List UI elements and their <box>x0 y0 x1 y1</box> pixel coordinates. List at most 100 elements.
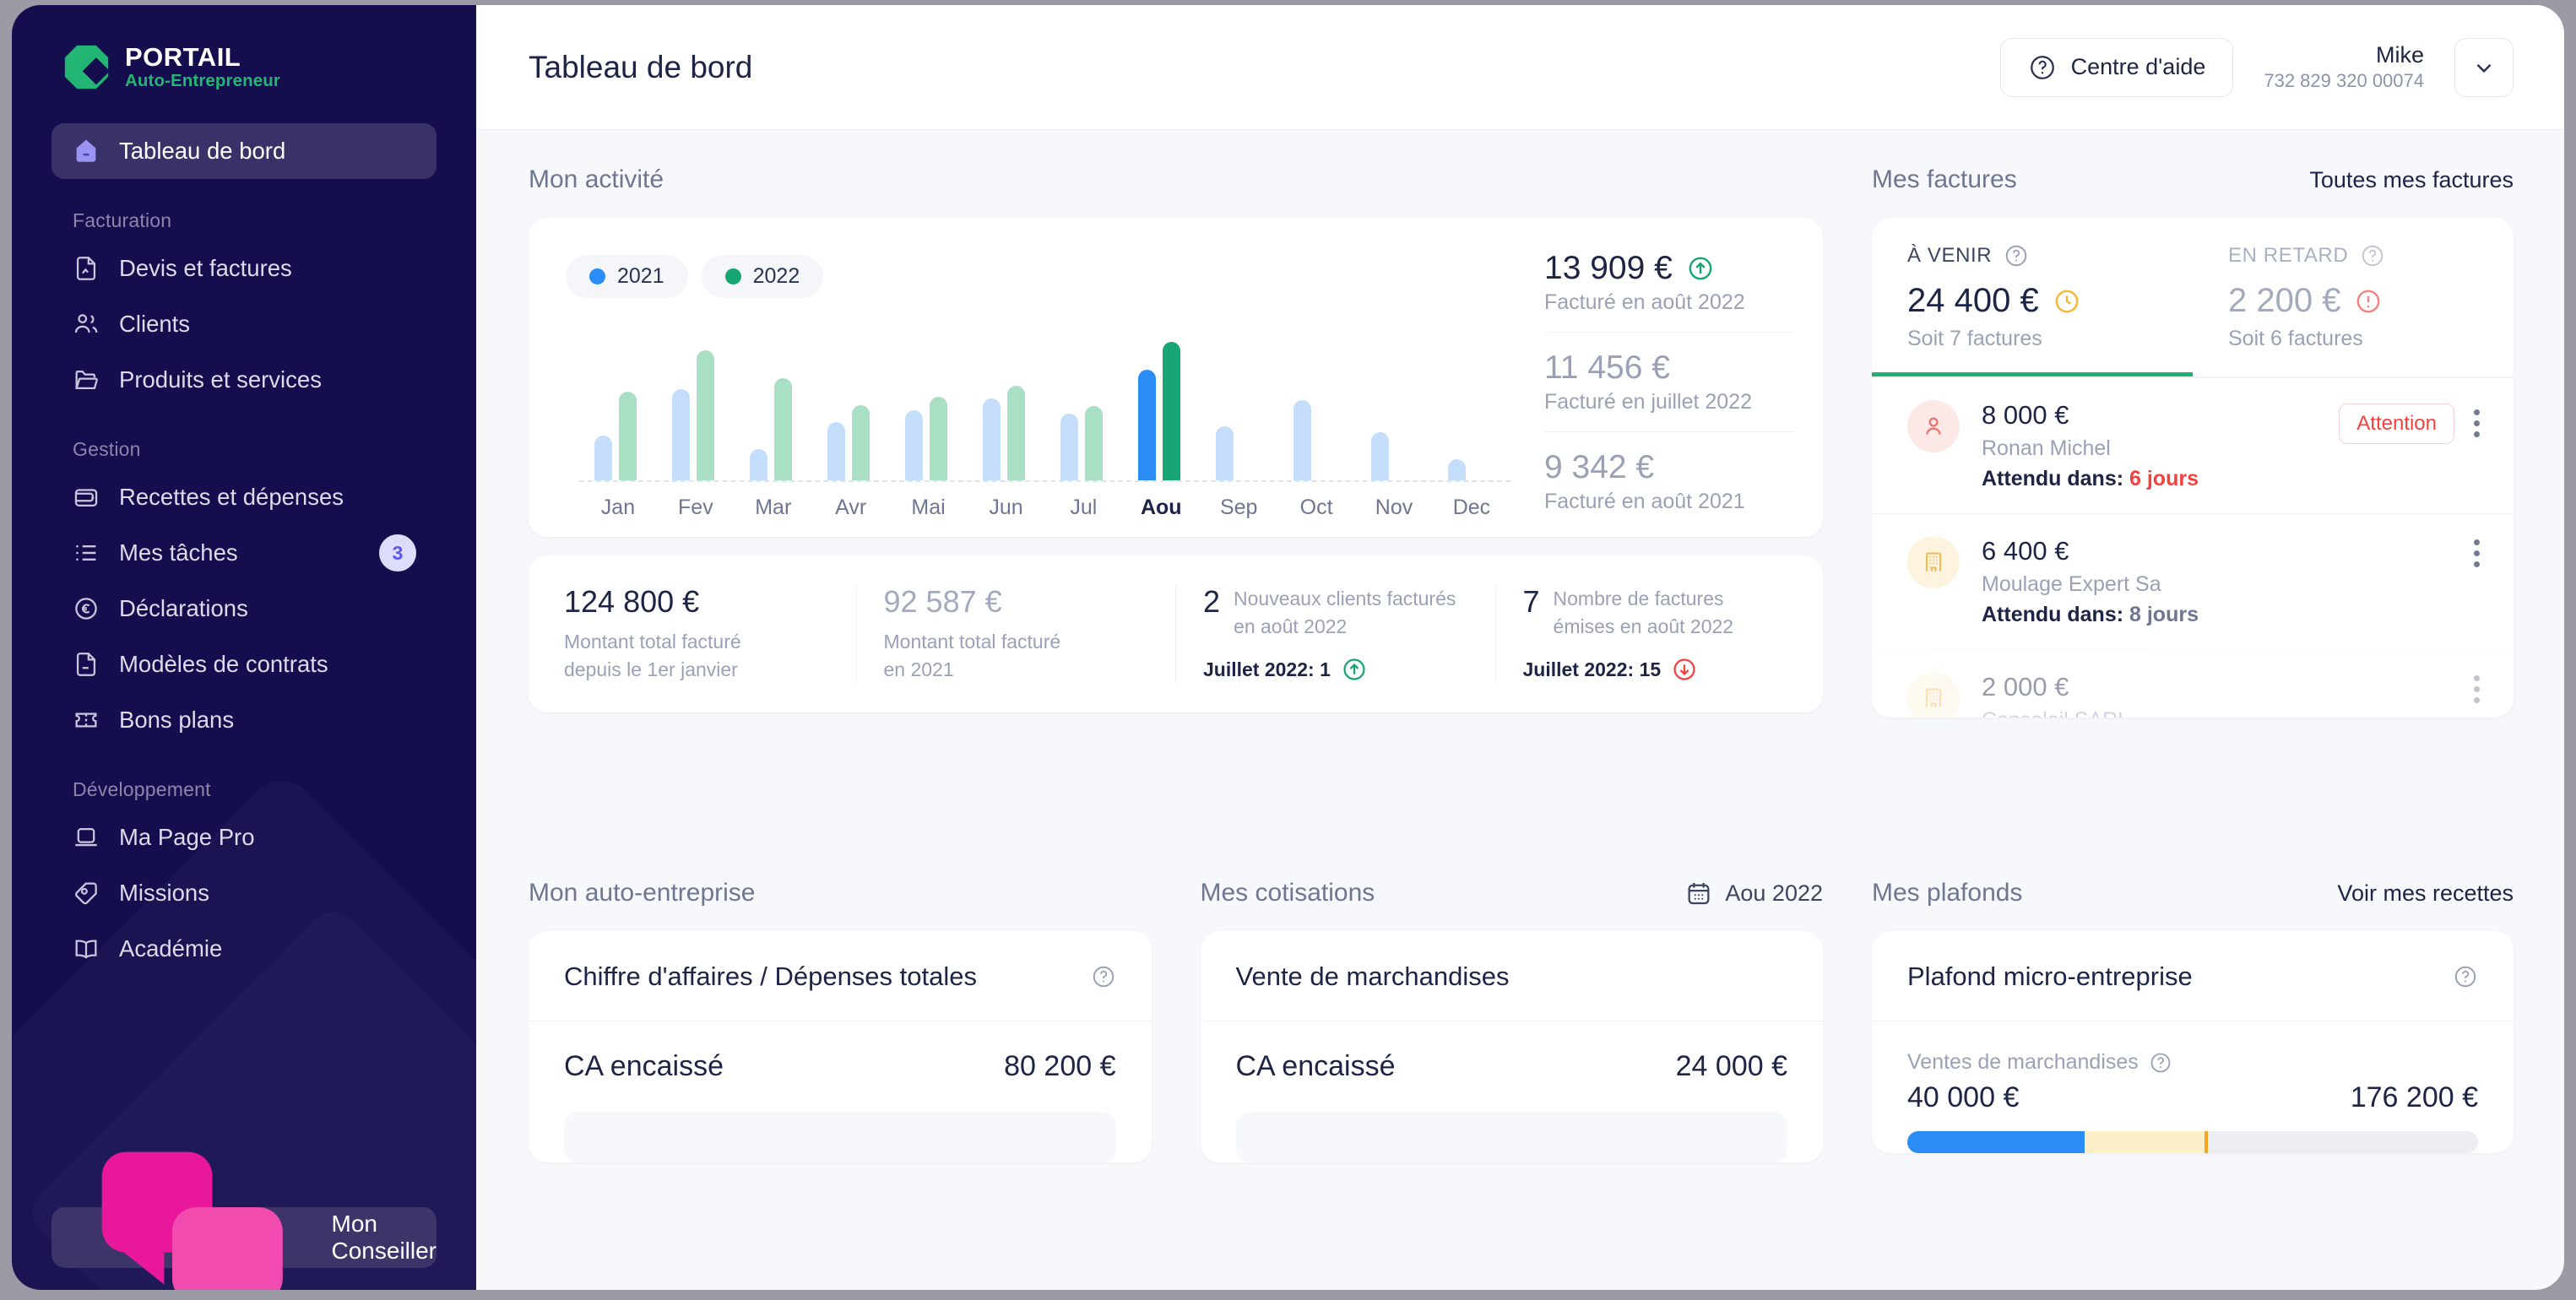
invoice-client: Moulage Expert Sa <box>1982 572 2451 597</box>
sidebar-item-tableau-de-bord[interactable]: Tableau de bord <box>52 123 437 179</box>
invoice-menu-button[interactable] <box>2473 409 2480 437</box>
question-circle-icon[interactable] <box>2453 964 2478 989</box>
bar-group[interactable] <box>905 311 947 480</box>
sidebar-item-bons-plans[interactable]: Bons plans <box>52 692 437 748</box>
ceilings-section: Mes plafonds Voir mes recettes Plafond m… <box>1872 867 2514 1290</box>
trend-up-icon <box>1341 656 1368 683</box>
sidebar-item-produits-et-services[interactable]: Produits et services <box>52 352 437 408</box>
chart-stat-value: 13 909 € <box>1544 250 1794 287</box>
invoices-tabs: À VENIR 24 400 € <box>1872 218 2514 376</box>
sidebar-item-declarations[interactable]: Déclarations <box>52 581 437 636</box>
user-menu-button[interactable] <box>2454 38 2514 97</box>
alert-circle-icon <box>2354 287 2383 316</box>
x-tick-Mai: Mai <box>890 496 968 520</box>
tab-a-venir[interactable]: À VENIR 24 400 € <box>1872 243 2193 376</box>
sidebar-item-academie[interactable]: Académie <box>52 921 437 977</box>
chart-stat-label: Facturé en juillet 2022 <box>1544 390 1794 414</box>
bar-group[interactable] <box>1138 311 1180 480</box>
progress-blue-segment <box>1907 1131 2085 1153</box>
invoice-actions: Attention <box>2339 400 2480 444</box>
sidebar-item-label: Produits et services <box>119 366 322 393</box>
legend-item-2021[interactable]: 2021 <box>566 255 688 298</box>
enterprise-card-header: Chiffre d'affaires / Dépenses totales <box>529 931 1152 1021</box>
brand-name: PORTAIL <box>125 44 280 70</box>
bar-group[interactable] <box>1371 311 1389 480</box>
sidebar-item-label: Devis et factures <box>119 255 292 282</box>
bar-2021-Mar <box>750 449 767 480</box>
invoice-due-value: 6 jours <box>2129 467 2199 490</box>
sidebar-item-clients[interactable]: Clients <box>52 296 437 352</box>
x-tick-Avr: Avr <box>812 496 890 520</box>
chart-summary-stats: 13 909 €Facturé en août 202211 456 €Fact… <box>1519 243 1794 520</box>
invoice-menu-button[interactable] <box>2473 675 2480 703</box>
kpi-label: Nombre de factures émises en août 2022 <box>1554 585 1787 642</box>
sidebar-item-label: Mes tâches <box>119 539 238 566</box>
bar-2022-Mai <box>930 397 947 480</box>
euro-circle-icon <box>72 594 100 623</box>
bar-group[interactable] <box>1216 311 1234 480</box>
sidebar-badge-taches: 3 <box>379 534 416 571</box>
view-receipts-link[interactable]: Voir mes recettes <box>2337 880 2514 907</box>
question-circle-icon[interactable] <box>2149 1051 2172 1075</box>
invoice-due-value: 8 jours <box>2129 603 2199 626</box>
contributions-placeholder-row <box>1236 1112 1788 1162</box>
invoices-card: À VENIR 24 400 € <box>1872 218 2514 718</box>
legend-label-2022: 2022 <box>753 264 800 289</box>
invoice-row[interactable]: 2 000 €Capsoleil SARLAttendu dans: 9 jou… <box>1872 649 2514 718</box>
x-tick-Mar: Mar <box>735 496 812 520</box>
sidebar-item-recettes-et-depenses[interactable]: Recettes et dépenses <box>52 469 437 525</box>
invoices-section-header: Mes factures Toutes mes factures <box>1872 154 2514 206</box>
chart-stat-0: 13 909 €Facturé en août 2022 <box>1544 233 1794 332</box>
avatar <box>1907 400 1960 452</box>
sidebar-item-missions[interactable]: Missions <box>52 865 437 921</box>
sidebar-nav: Tableau de bord Facturation Devis et fac… <box>12 123 476 977</box>
sidebar-item-mes-taches[interactable]: Mes tâches 3 <box>52 525 437 581</box>
dashboard-icon <box>72 137 100 165</box>
tab-en-retard[interactable]: EN RETARD 2 200 € <box>2193 243 2514 376</box>
help-center-button[interactable]: Centre d'aide <box>2000 38 2234 97</box>
bar-group[interactable] <box>750 311 792 480</box>
bar-group[interactable] <box>1293 311 1311 480</box>
users-icon <box>72 310 100 339</box>
book-icon <box>72 934 100 963</box>
invoice-row[interactable]: 6 400 €Moulage Expert SaAttendu dans: 8 … <box>1872 513 2514 649</box>
chart-stat-value: 9 342 € <box>1544 449 1794 486</box>
person-icon <box>1920 413 1947 440</box>
bar-group[interactable] <box>594 311 637 480</box>
app-window: PORTAIL Auto-Entrepreneur Tableau de bor… <box>12 5 2564 1290</box>
bar-group[interactable] <box>1060 311 1103 480</box>
chart-stat-1: 11 456 €Facturé en juillet 2022 <box>1544 332 1794 431</box>
x-tick-Sep: Sep <box>1200 496 1277 520</box>
wallet-icon <box>72 483 100 512</box>
kpi-label: Montant total facturéen 2021 <box>884 628 1149 685</box>
sidebar-item-mon-conseiller[interactable]: Mon Conseiller <box>52 1207 437 1268</box>
user-info[interactable]: Mike 732 829 320 00074 <box>2264 42 2424 91</box>
ceilings-card-title: Plafond micro-entreprise <box>1907 961 2193 992</box>
tab-active-underline <box>1872 372 2193 376</box>
bar-group[interactable] <box>672 311 714 480</box>
question-circle-icon[interactable] <box>2004 243 2029 268</box>
sidebar-item-label: Missions <box>119 880 209 907</box>
question-circle-icon[interactable] <box>1091 964 1116 989</box>
all-invoices-link[interactable]: Toutes mes factures <box>2309 167 2514 193</box>
bar-2021-Sep <box>1216 426 1234 480</box>
bar-2022-Jun <box>1007 386 1025 480</box>
sidebar-group-gestion: Gestion <box>73 438 476 461</box>
help-center-label: Centre d'aide <box>2071 54 2206 80</box>
question-circle-icon[interactable] <box>2360 243 2385 268</box>
contributions-period-selector[interactable]: Aou 2022 <box>1684 879 1823 907</box>
bar-group[interactable] <box>983 311 1025 480</box>
bar-2022-Avr <box>852 405 870 480</box>
kpi-label: Montant total facturédepuis le 1er janvi… <box>564 628 829 685</box>
bar-group[interactable] <box>827 311 870 480</box>
invoice-menu-button[interactable] <box>2473 539 2480 567</box>
sidebar-item-devis-et-factures[interactable]: Devis et factures <box>52 241 437 296</box>
legend-item-2022[interactable]: 2022 <box>702 255 824 298</box>
bar-group[interactable] <box>1448 311 1466 480</box>
invoice-details: 8 000 €Ronan MichelAttendu dans: 6 jours <box>1982 400 2317 491</box>
contributions-card-body: CA encaissé 24 000 € <box>1201 1021 1824 1162</box>
avatar <box>1907 672 1960 718</box>
sidebar-item-modeles-de-contrats[interactable]: Modèles de contrats <box>52 636 437 692</box>
invoice-row[interactable]: 8 000 €Ronan MichelAttendu dans: 6 jours… <box>1872 378 2514 513</box>
sidebar-item-ma-page-pro[interactable]: Ma Page Pro <box>52 810 437 865</box>
